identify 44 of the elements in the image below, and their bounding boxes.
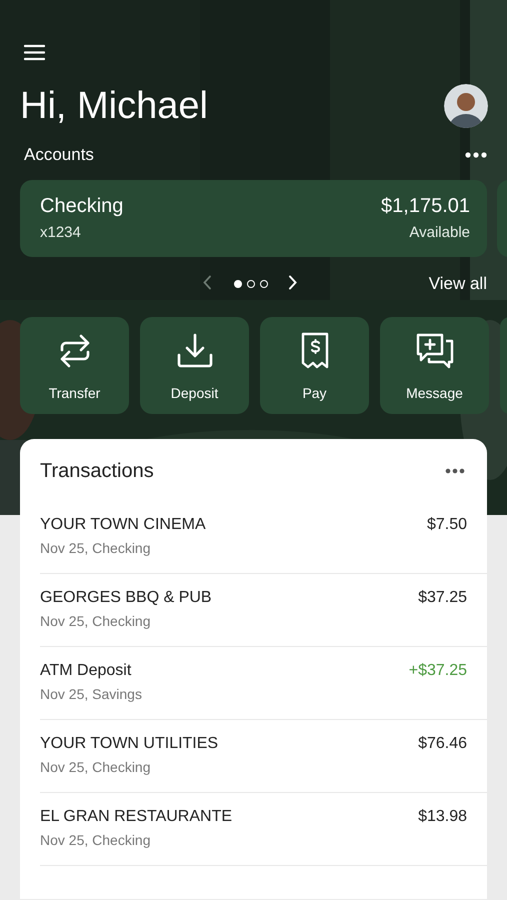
more-icon[interactable] [465,152,487,158]
balance-label: Available [409,224,470,242]
transaction-amount: $37.25 [418,588,467,608]
transaction-row[interactable]: ATM Deposit Nov 25, Savings +$37.25 [40,647,487,720]
transaction-detail: Nov 25, Savings [40,686,142,703]
action-button[interactable]: Message [380,317,489,414]
account-name: Checking [40,194,124,218]
section-label: Accounts [24,145,94,165]
merchant-name: ATM Deposit [40,661,132,680]
greeting-title: Hi, Michael [20,84,208,128]
transaction-amount: $76.46 [418,734,467,754]
page-dot[interactable] [260,280,268,288]
merchant-name: YOUR TOWN UTILITIES [40,734,218,753]
transaction-amount: $7.50 [426,515,467,535]
merchant-name: EL GRAN RESTAURANTE [40,807,232,826]
account-card[interactable]: Checking x1234 $1,175.01 Available [20,180,487,257]
transaction-amount: $13.98 [418,807,467,827]
chevron-left-icon [203,275,212,290]
menu-icon [24,44,45,61]
transfer-icon [58,332,92,370]
section-title: Transactions [40,460,154,482]
account-balance: $1,175.01 [381,194,470,218]
bill-icon [300,332,330,370]
page-dot[interactable] [247,280,255,288]
action-button[interactable]: Pay [260,317,369,414]
transaction-detail: Nov 25, Checking [40,832,152,849]
merchant-name: YOUR TOWN CINEMA [40,515,206,534]
action-button[interactable]: Transfer [20,317,129,414]
transaction-detail: Nov 25, Checking [40,540,152,557]
download-icon [176,333,214,369]
transaction-row[interactable]: YOUR TOWN CINEMA Nov 25, Checking $7.50 [40,501,487,574]
transaction-row[interactable]: YOUR TOWN UTILITIES Nov 25, Checking $76.46 [40,720,487,793]
transaction-detail: Nov 25, Checking [40,613,152,630]
transaction-amount: +$37.25 [408,661,467,681]
merchant-name: GEORGES BBQ & PUB [40,588,212,607]
account-number: x1234 [40,224,82,242]
chevron-right-icon [288,275,297,290]
chat-add-icon [414,332,454,370]
transaction-detail: Nov 25, Checking [40,759,152,776]
transaction-row[interactable]: EL GRAN RESTAURANTE Nov 25, Checking $13.98 [40,793,487,866]
action-button[interactable]: Deposit [140,317,249,414]
transaction-row[interactable]: GEORGES BBQ & PUB Nov 25, Checking $37.25 [40,574,487,647]
more-icon[interactable] [445,468,465,474]
view-all-link[interactable]: View all [428,274,487,294]
